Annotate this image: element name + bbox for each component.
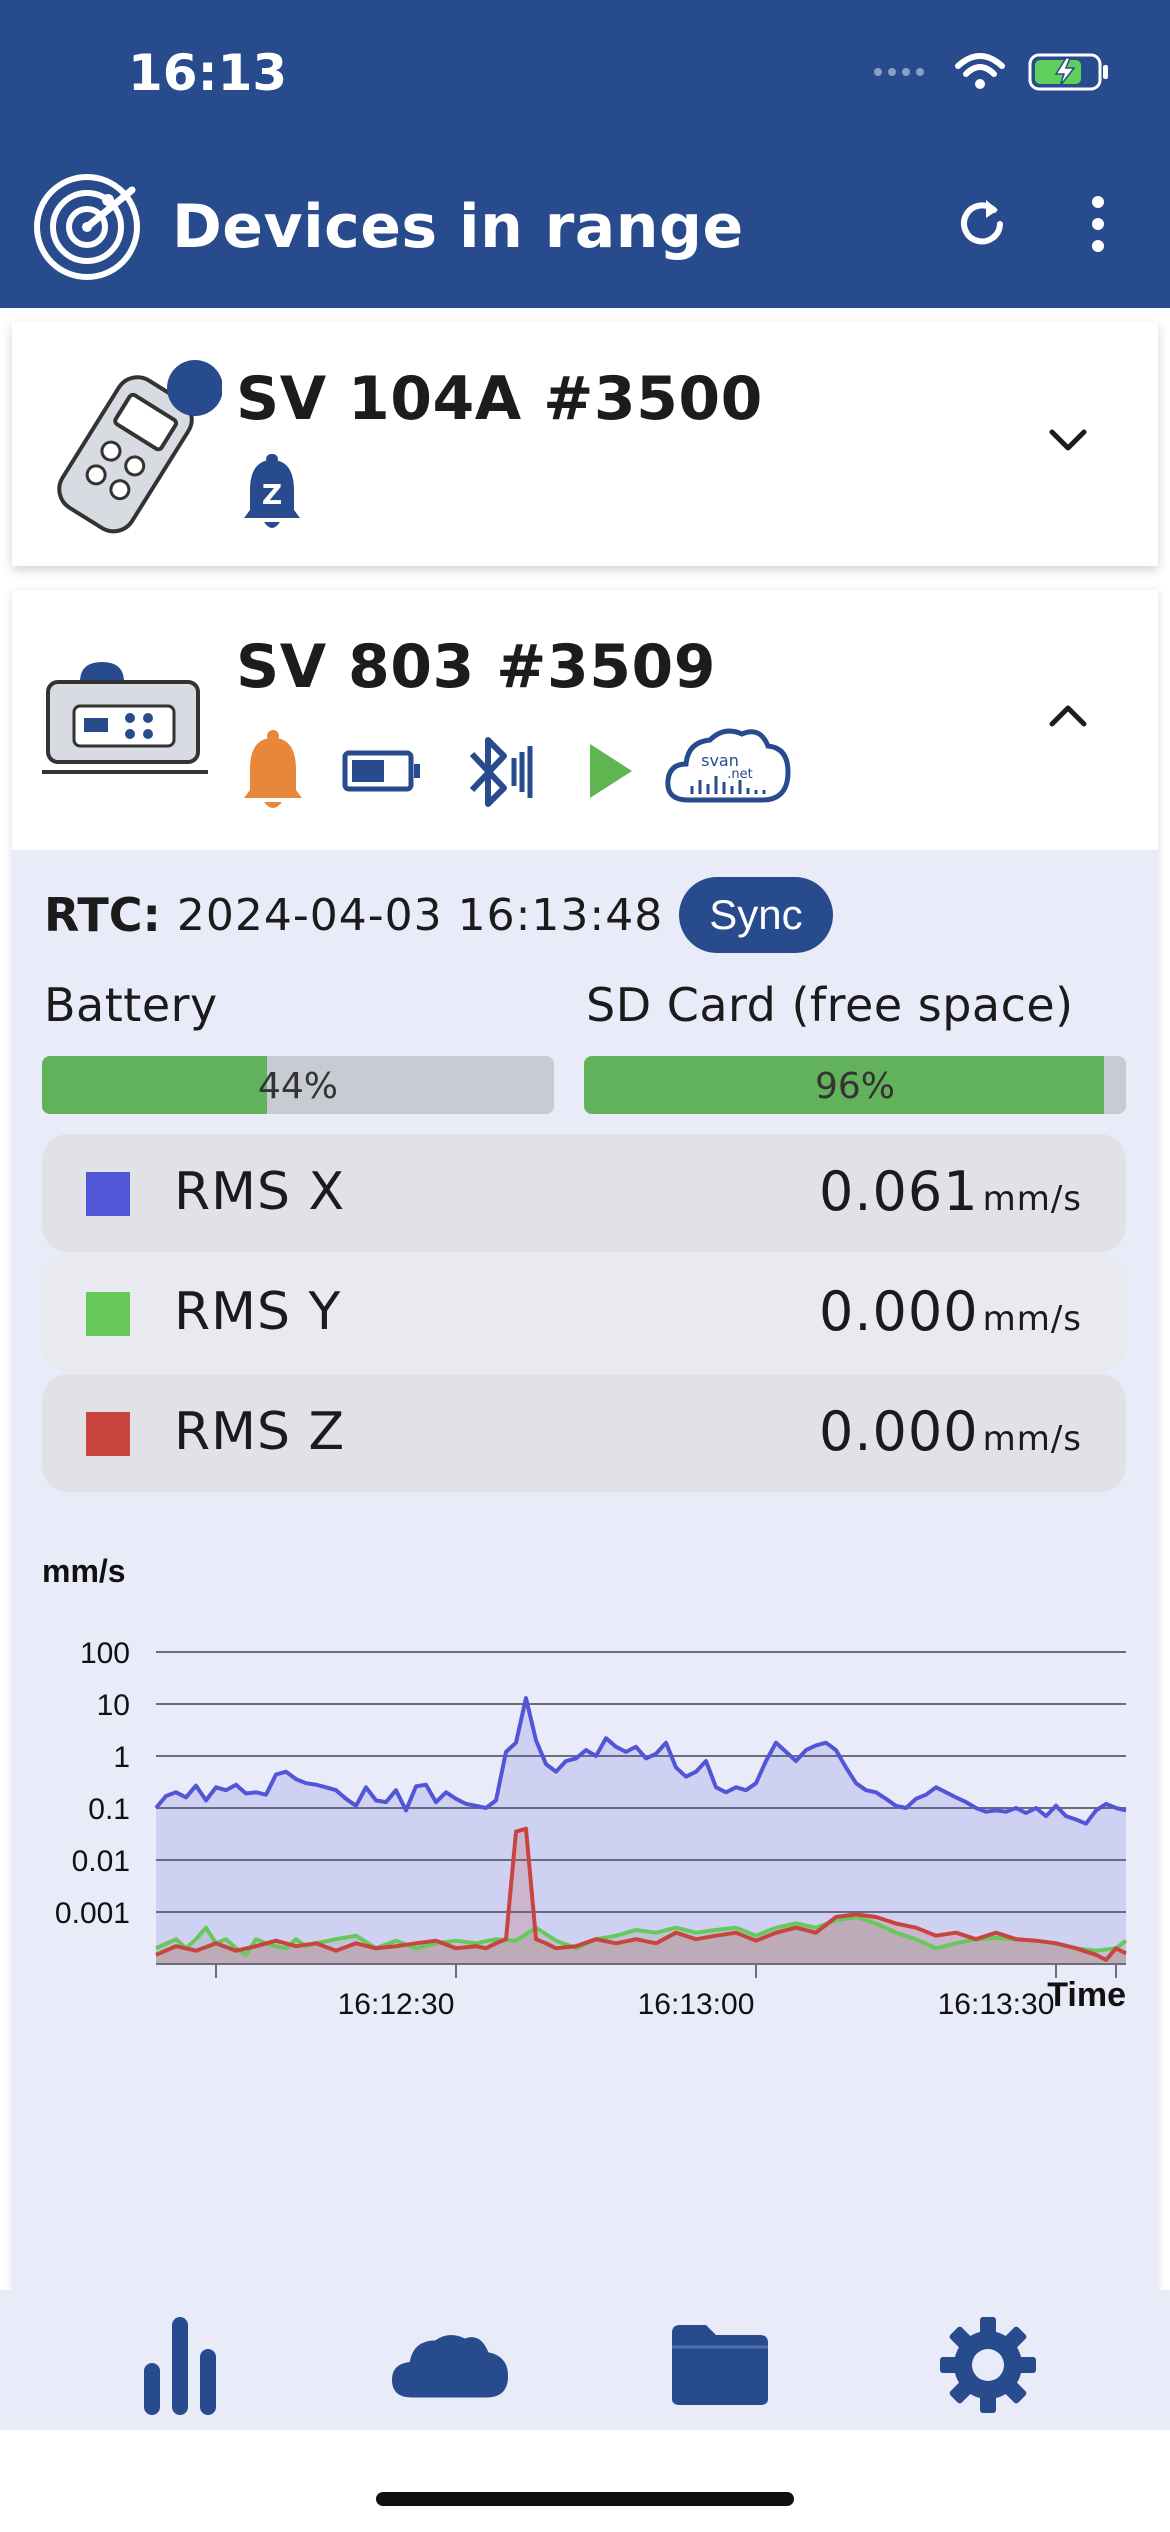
chevron-up-icon[interactable] (1048, 700, 1088, 730)
battery-percent: 44% (257, 1066, 338, 1107)
bottom-nav (0, 2290, 1170, 2430)
device-card-sv104a[interactable]: SV 104A #3500 Z (12, 322, 1158, 566)
rms-label: RMS X (174, 1162, 346, 1222)
bell-sleep-icon: Z (244, 454, 300, 528)
rms-y-swatch (86, 1292, 130, 1336)
rms-value: 0.000 mm/s (818, 1280, 1082, 1343)
refresh-icon[interactable] (952, 194, 1012, 254)
y-tick-label: 0.1 (88, 1793, 130, 1826)
device-name: SV 803 #3509 (236, 632, 716, 702)
series-x-area (156, 1698, 1126, 1964)
status-icons (872, 52, 1110, 92)
bluetooth-icon (469, 737, 533, 807)
folder-icon (672, 2325, 768, 2405)
rms-label: RMS Z (174, 1402, 346, 1462)
battery-charging-icon (1028, 53, 1108, 91)
svg-text:Z: Z (262, 478, 282, 511)
chart-ylabel: mm/s (42, 1553, 126, 1589)
device-name: SV 104A #3500 (236, 364, 763, 434)
svannet-cloud-icon: svan .net (665, 728, 791, 803)
sync-button[interactable]: Sync (679, 877, 833, 953)
rms-row-x: RMS X 0.061 mm/s (42, 1134, 1126, 1252)
y-tick-label: 100 (80, 1637, 130, 1670)
gear-icon (940, 2317, 1036, 2413)
nav-cloud[interactable] (390, 2310, 510, 2420)
x-tick-label: 16:12:30 (338, 1988, 455, 2021)
rms-chart: mm/s 100 10 1 0.1 0.01 0.001 16:12:30 16:13:00… (42, 1553, 1128, 2021)
device-card-sv803: SV 803 #3509 svan .net RTC: 2024-04-03 1… (12, 590, 1158, 2290)
wifi-icon (955, 53, 1005, 89)
x-tick-label: 16:13:00 (638, 1988, 755, 2021)
svg-text:.net: .net (727, 767, 752, 782)
battery-icon (342, 750, 420, 792)
status-bar: 16:13 (0, 0, 1170, 150)
battery-progress: 44% (42, 1056, 554, 1114)
page-title: Devices in range (172, 192, 744, 262)
more-vertical-icon[interactable] (1080, 194, 1116, 254)
rms-row-y: RMS Y 0.000 mm/s (42, 1254, 1126, 1372)
nav-files[interactable] (660, 2310, 780, 2420)
chart-xlabel: Time (1047, 1976, 1126, 2014)
rtc-value: 2024-04-03 16:13:48 (176, 889, 664, 941)
sv803-device-icon (42, 662, 208, 774)
y-tick-label: 1 (113, 1741, 130, 1774)
device-card-header[interactable]: SV 803 #3509 svan .net (12, 590, 1158, 850)
sd-card-label: SD Card (free space) (586, 978, 1074, 1032)
rms-x-swatch (86, 1172, 130, 1216)
status-time: 16:13 (128, 44, 288, 102)
home-indicator[interactable] (376, 2492, 794, 2506)
y-tick-label: 0.01 (72, 1845, 130, 1878)
chevron-down-icon[interactable] (1048, 426, 1088, 456)
battery-label: Battery (44, 978, 218, 1032)
bell-alarm-icon (244, 730, 302, 808)
nav-settings[interactable] (928, 2310, 1048, 2420)
rms-value: 0.000 mm/s (818, 1400, 1082, 1463)
home-indicator-area (0, 2430, 1170, 2532)
sd-card-percent: 96% (814, 1066, 895, 1107)
sd-card-progress: 96% (584, 1056, 1126, 1114)
cloud-icon (391, 2334, 509, 2398)
y-tick-label: 0.001 (55, 1897, 130, 1930)
signal-icon (874, 68, 924, 76)
rms-row-z: RMS Z 0.000 mm/s (42, 1374, 1126, 1492)
rms-z-swatch (86, 1412, 130, 1456)
sv104a-device-icon (57, 360, 222, 534)
rms-value: 0.061 mm/s (818, 1160, 1082, 1223)
bar-chart-icon (144, 2317, 216, 2415)
play-icon (590, 744, 632, 798)
nav-measurements[interactable] (120, 2310, 240, 2420)
rms-label: RMS Y (174, 1282, 342, 1342)
x-tick-label: 16:13:30 (938, 1988, 1055, 2021)
y-tick-label: 10 (97, 1689, 130, 1722)
radar-logo-icon (34, 174, 140, 280)
rtc-row: RTC: 2024-04-03 16:13:48 Sync (44, 870, 833, 960)
rtc-label: RTC: (44, 888, 161, 942)
app-bar: Devices in range (0, 150, 1170, 308)
